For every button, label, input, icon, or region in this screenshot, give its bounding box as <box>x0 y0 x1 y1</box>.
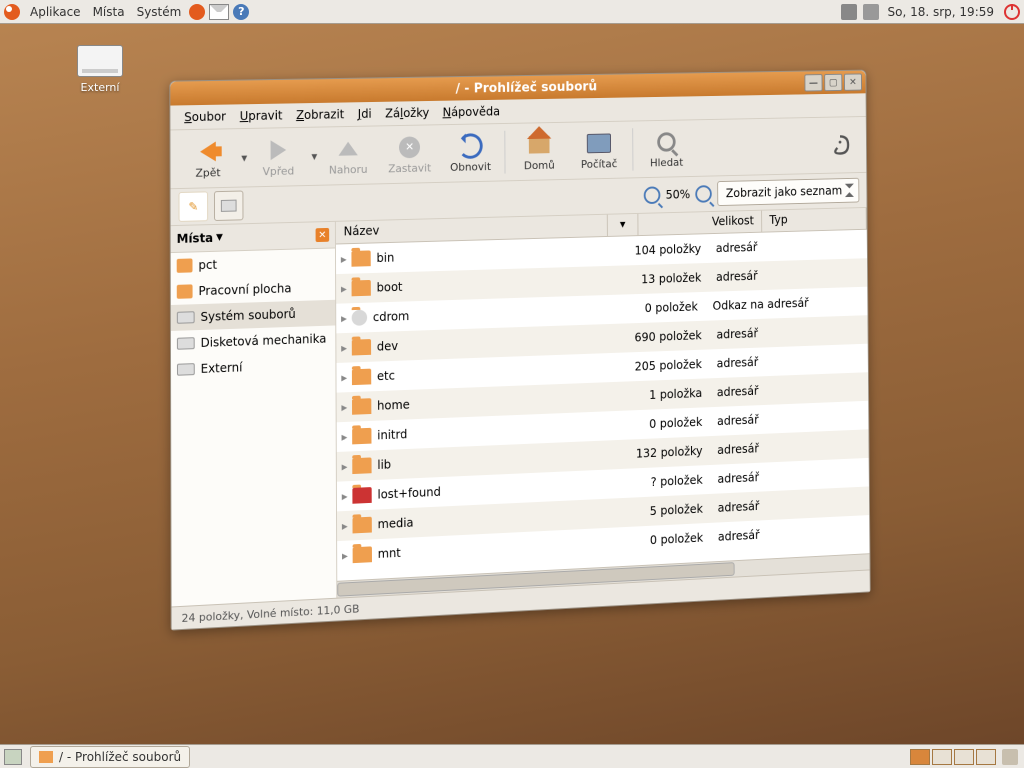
sidebar-close-button[interactable]: ✕ <box>316 228 330 242</box>
minimize-button[interactable]: — <box>804 74 822 91</box>
clock[interactable]: So, 18. srp, 19:59 <box>882 5 1001 19</box>
folder-icon <box>353 546 372 563</box>
folder-icon <box>352 280 371 296</box>
tray-icon[interactable] <box>841 4 857 20</box>
throbber-icon <box>826 130 853 159</box>
desktop-icon-external[interactable]: Externí <box>65 45 135 94</box>
show-desktop-icon <box>4 749 22 765</box>
menu-file[interactable]: Soubor <box>178 107 232 126</box>
window-title: / - Prohlížeč souborů <box>456 79 598 96</box>
firefox-icon[interactable] <box>189 4 205 20</box>
menu-places[interactable]: Místa <box>87 5 131 19</box>
desktop-icon-label: Externí <box>65 81 135 94</box>
sidebar-header[interactable]: Místa▼ ✕ <box>171 222 335 253</box>
col-size: Velikost <box>638 211 762 235</box>
drive-icon <box>177 337 195 350</box>
expand-icon[interactable]: ▸ <box>337 489 353 504</box>
expand-icon[interactable]: ▸ <box>337 548 353 563</box>
expand-icon[interactable]: ▸ <box>336 282 352 296</box>
top-panel: Aplikace Místa Systém ? So, 18. srp, 19:… <box>0 0 1024 24</box>
menu-view[interactable]: Zobrazit <box>290 105 350 124</box>
taskbar-item[interactable]: / - Prohlížeč souborů <box>30 746 190 768</box>
drive-icon <box>77 45 123 77</box>
stop-button[interactable]: ✕Zastavit <box>379 134 440 175</box>
computer-icon <box>587 133 611 153</box>
folder-icon <box>177 258 193 272</box>
home-button[interactable]: Domů <box>509 131 569 172</box>
drive-icon <box>177 311 195 324</box>
workspace-2[interactable] <box>932 749 952 765</box>
menu-help[interactable]: Nápověda <box>437 103 506 122</box>
expand-icon[interactable]: ▸ <box>337 400 353 414</box>
pencil-icon: ✎ <box>188 200 198 214</box>
folder-icon <box>352 369 371 386</box>
arrow-right-icon <box>271 140 287 160</box>
zoom-out-button[interactable] <box>643 186 660 204</box>
expand-icon[interactable]: ▸ <box>336 252 351 266</box>
menu-bookmarks[interactable]: Záložky <box>379 104 435 123</box>
ubuntu-logo-icon <box>4 4 20 20</box>
sidebar-place-externí[interactable]: Externí <box>171 351 335 383</box>
menu-edit[interactable]: Upravit <box>234 106 289 125</box>
home-icon <box>529 135 550 153</box>
zoom-value: 50% <box>666 188 691 202</box>
expand-icon[interactable]: ▸ <box>337 430 353 444</box>
folder-icon <box>352 457 371 474</box>
cd-icon <box>352 310 367 326</box>
workspace-switcher[interactable] <box>910 749 996 765</box>
folder-icon <box>177 284 193 298</box>
up-button[interactable]: Nahoru <box>317 135 379 177</box>
workspace-1[interactable] <box>910 749 930 765</box>
menu-system[interactable]: Systém <box>131 5 188 19</box>
shutdown-icon[interactable] <box>1004 4 1020 20</box>
folder-icon <box>39 751 53 763</box>
sidebar: Místa▼ ✕ pctPracovní plochaSystém soubor… <box>171 222 338 607</box>
arrow-left-icon <box>200 141 216 161</box>
expand-icon[interactable]: ▸ <box>336 370 352 384</box>
close-button[interactable]: ✕ <box>844 73 862 90</box>
search-icon <box>657 132 676 152</box>
view-mode-select[interactable]: Zobrazit jako seznam <box>718 178 860 206</box>
forward-button[interactable]: Vpřed <box>247 136 309 178</box>
bottom-panel: / - Prohlížeč souborů <box>0 744 1024 768</box>
error-icon <box>352 487 371 504</box>
file-manager-window: / - Prohlížeč souborů — ▢ ✕ Soubor Uprav… <box>169 70 870 631</box>
help-icon[interactable]: ? <box>233 4 249 20</box>
folder-icon <box>352 517 371 534</box>
drive-icon <box>221 200 237 212</box>
expand-icon[interactable]: ▸ <box>337 459 353 474</box>
sort-indicator[interactable]: ▾ <box>608 214 639 236</box>
show-desktop-button[interactable] <box>0 749 26 765</box>
workspace-3[interactable] <box>954 749 974 765</box>
folder-icon <box>352 428 371 445</box>
menu-applications[interactable]: Aplikace <box>24 5 87 19</box>
stop-icon: ✕ <box>399 136 420 158</box>
volume-icon[interactable] <box>863 4 879 20</box>
menu-go[interactable]: Jdi <box>352 105 378 123</box>
folder-icon <box>352 339 371 355</box>
folder-icon <box>352 398 371 415</box>
maximize-button[interactable]: ▢ <box>824 74 842 91</box>
trash-icon[interactable] <box>1002 749 1018 765</box>
mail-icon[interactable] <box>209 4 229 20</box>
reload-icon <box>458 133 483 159</box>
folder-icon <box>351 250 370 266</box>
workspace-4[interactable] <box>976 749 996 765</box>
expand-icon[interactable]: ▸ <box>336 311 352 325</box>
arrow-up-icon <box>339 141 358 155</box>
col-type: Typ <box>762 208 867 232</box>
file-pane: Název ▾ Velikost Typ ▸bin104 položkyadre… <box>336 208 870 598</box>
computer-button[interactable]: Počítač <box>569 130 629 171</box>
path-root-button[interactable] <box>214 191 244 222</box>
drive-icon <box>177 363 195 376</box>
expand-icon[interactable]: ▸ <box>336 341 352 355</box>
search-button[interactable]: Hledat <box>637 128 696 169</box>
window-body: Místa▼ ✕ pctPracovní plochaSystém soubor… <box>171 208 870 607</box>
expand-icon[interactable]: ▸ <box>337 519 353 534</box>
reload-button[interactable]: Obnovit <box>440 132 501 173</box>
back-button[interactable]: Zpět <box>176 138 239 180</box>
edit-path-button[interactable]: ✎ <box>178 191 208 222</box>
zoom-in-button[interactable] <box>696 185 713 203</box>
